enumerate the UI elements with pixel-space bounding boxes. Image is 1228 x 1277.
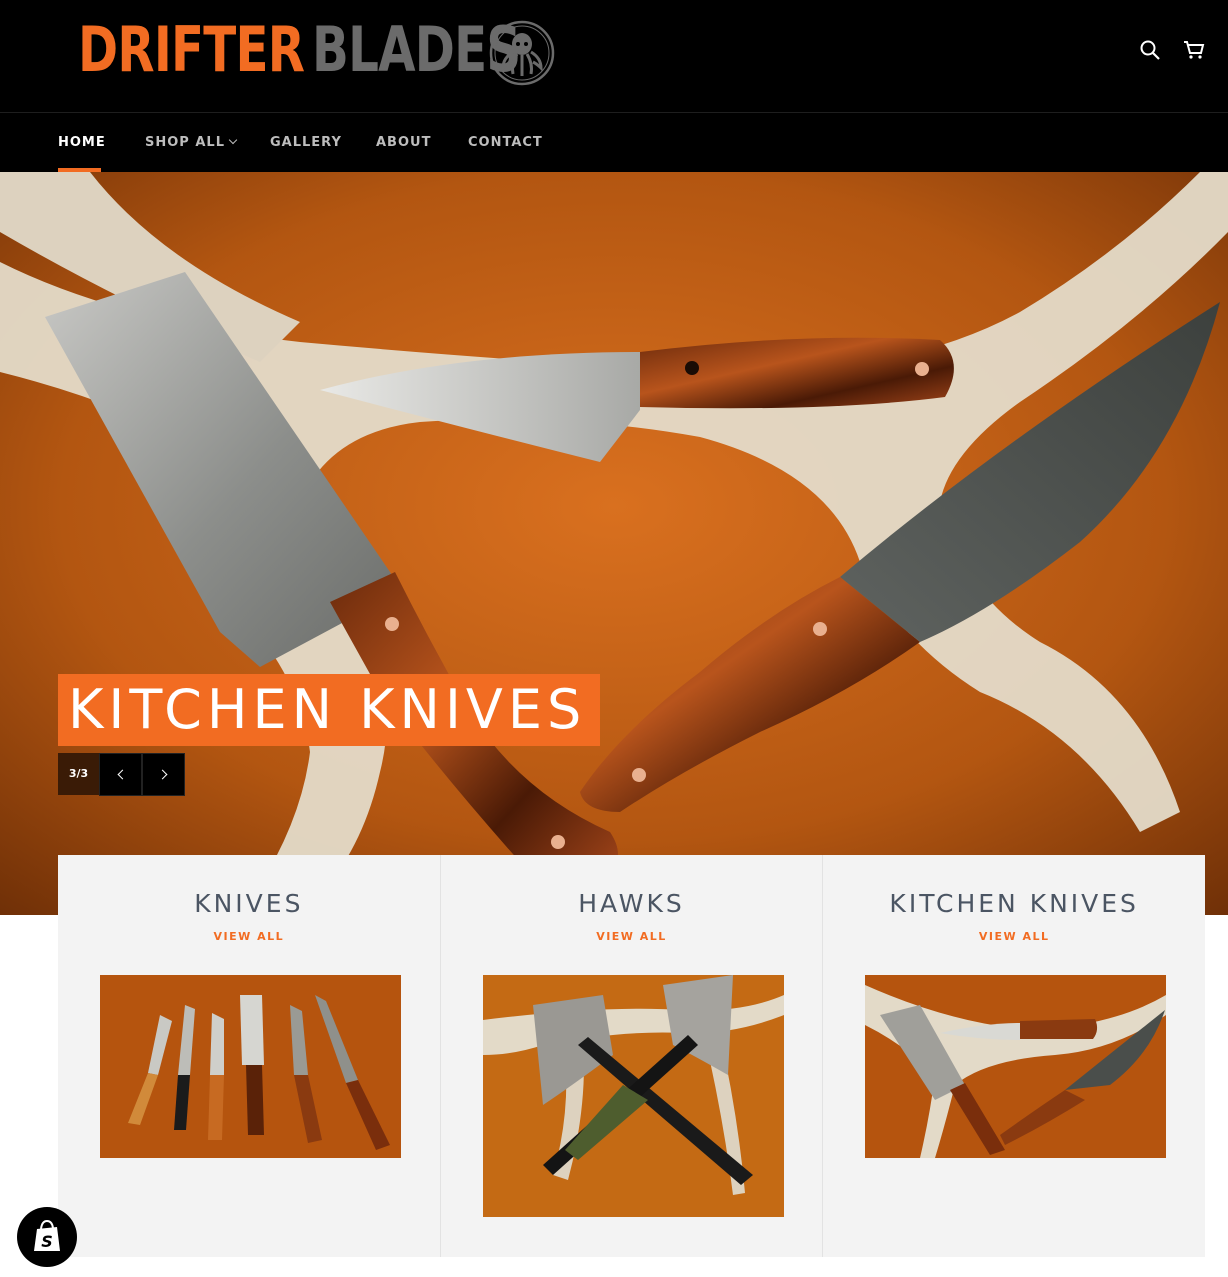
shopify-chat-badge[interactable]: S	[17, 1207, 77, 1267]
brand-logo[interactable]: DRIFTER BLADES	[78, 13, 521, 86]
collection-image-kitchen-knives[interactable]	[865, 975, 1167, 1158]
hero-title: KITCHEN KNIVES	[58, 674, 601, 746]
slide-next-button[interactable]	[142, 753, 185, 796]
chevron-left-icon	[117, 769, 127, 780]
brand-name-part1: DRIFTER	[78, 13, 305, 86]
collection-title: HAWKS	[578, 889, 685, 918]
nav-item-about[interactable]: ABOUT	[376, 113, 431, 173]
collection-title: KITCHEN KNIVES	[889, 889, 1139, 918]
slideshow-controls: 3/3	[58, 753, 185, 796]
collection-grid: KNIVES VIEW ALL HAWKS VIEW ALL KITCHEN K…	[58, 855, 1205, 1257]
nav-item-gallery[interactable]: GALLERY	[270, 113, 342, 173]
site-header: DRIFTER BLADES	[0, 0, 1228, 112]
chevron-down-icon	[228, 135, 238, 145]
collection-card-kitchen-knives[interactable]: KITCHEN KNIVES VIEW ALL	[823, 855, 1205, 1257]
chevron-right-icon	[157, 769, 167, 780]
collection-image-knives[interactable]	[100, 975, 401, 1158]
shopify-bag-icon: S	[34, 1219, 60, 1251]
collection-image-hawks[interactable]	[482, 975, 784, 1217]
octopus-icon	[489, 20, 555, 86]
collection-card-knives[interactable]: KNIVES VIEW ALL	[58, 855, 441, 1257]
slide-prev-button[interactable]	[99, 753, 142, 796]
collection-card-hawks[interactable]: HAWKS VIEW ALL	[441, 855, 824, 1257]
search-icon[interactable]	[1138, 38, 1162, 62]
nav-item-home[interactable]: HOME	[58, 113, 106, 173]
view-all-link[interactable]: VIEW ALL	[441, 930, 823, 943]
nav-item-shop-all[interactable]: SHOP ALL	[145, 113, 238, 173]
hero-image	[0, 172, 1228, 915]
view-all-link[interactable]: VIEW ALL	[58, 930, 440, 943]
svg-text:S: S	[41, 1232, 53, 1251]
cart-icon[interactable]	[1182, 38, 1206, 62]
hero-slideshow: KITCHEN KNIVES 3/3	[0, 172, 1228, 915]
main-nav: HOME SHOP ALL GALLERY ABOUT CONTACT	[0, 112, 1228, 173]
nav-item-shop-all-label: SHOP ALL	[145, 135, 225, 150]
slide-counter: 3/3	[58, 753, 99, 795]
view-all-link[interactable]: VIEW ALL	[823, 930, 1205, 943]
nav-item-contact[interactable]: CONTACT	[468, 113, 543, 173]
collection-title: KNIVES	[194, 889, 304, 918]
